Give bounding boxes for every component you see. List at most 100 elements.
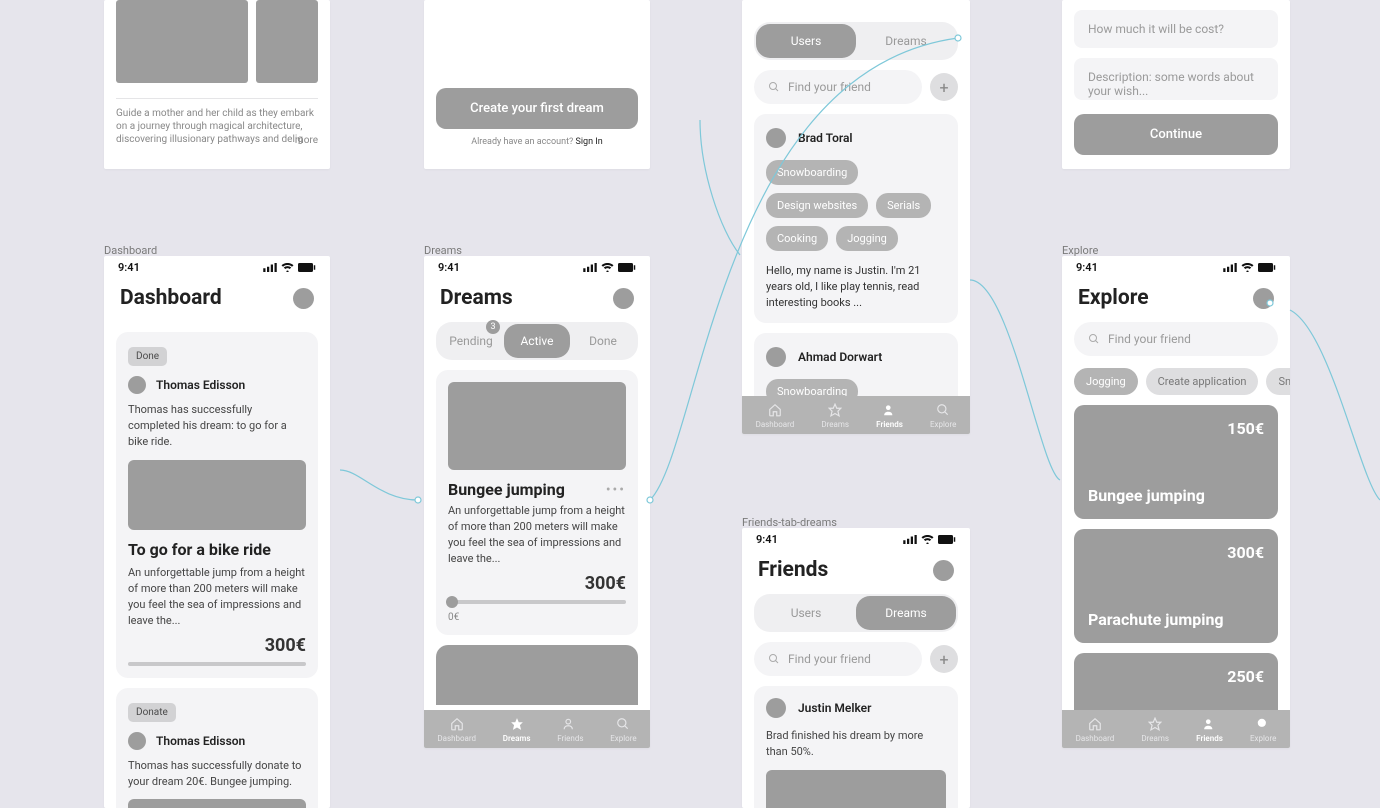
feed-card[interactable]: Donate Thomas Edisson Thomas has success… [116, 688, 318, 808]
tab-explore[interactable]: Explore [1250, 716, 1276, 743]
statusbar: 9:41 [104, 256, 330, 276]
seg-users[interactable]: Users [756, 596, 856, 630]
star-icon [827, 402, 843, 418]
image-placeholder [256, 0, 318, 83]
avatar[interactable] [293, 288, 314, 309]
segmented-users-dreams[interactable]: Users Dreams [754, 22, 958, 60]
avatar [766, 347, 786, 367]
avatar[interactable] [613, 288, 634, 309]
battery-icon [298, 263, 316, 272]
tab-dreams[interactable]: Dreams [1141, 716, 1169, 743]
chip[interactable]: Create application [1146, 368, 1259, 395]
cost-input[interactable]: How much it will be cost? [1074, 10, 1278, 48]
search-icon [935, 402, 951, 418]
chip[interactable]: Snowboard [1266, 368, 1290, 395]
battery-icon [1258, 263, 1276, 272]
dream-card[interactable] [436, 645, 638, 705]
progress-bar[interactable] [448, 600, 626, 604]
friend-name: Justin Melker [798, 701, 871, 715]
tab-explore[interactable]: Explore [930, 402, 956, 429]
explore-card[interactable]: 300€ Parachute jumping [1074, 529, 1278, 643]
home-icon [1087, 716, 1103, 732]
tabbar: Dashboard Dreams Friends Explore [1062, 710, 1290, 748]
tab-dashboard[interactable]: Dashboard [437, 716, 476, 743]
segmented-status[interactable]: Pending3 Active Done [436, 322, 638, 360]
status-badge: Donate [128, 703, 176, 722]
tags: Snowboarding Design websites Serials Coo… [766, 160, 946, 251]
tabbar: Dashboard Dreams Friends Explore [742, 396, 970, 434]
avatar[interactable] [933, 560, 954, 581]
search-icon [615, 716, 631, 732]
continue-button[interactable]: Continue [1074, 114, 1278, 155]
tab-friends[interactable]: Friends [1196, 716, 1223, 743]
price: 300€ [448, 573, 626, 594]
progress-handle[interactable] [446, 596, 458, 608]
tab-dashboard[interactable]: Dashboard [756, 402, 795, 429]
search-icon [1088, 333, 1100, 345]
tab-dashboard[interactable]: Dashboard [1076, 716, 1115, 743]
seg-pending[interactable]: Pending3 [438, 324, 504, 358]
dream-card[interactable]: Bungee jumping ••• An unforgettable jump… [436, 370, 638, 635]
page-title: Dashboard [120, 286, 222, 310]
search-input[interactable]: Find your friend [1074, 322, 1278, 356]
more-link[interactable]: more [295, 135, 318, 146]
frame-explore: 9:41 Explore Find your friend Jogging Cr… [1062, 256, 1290, 748]
add-friend-button[interactable]: + [930, 73, 958, 101]
image-placeholder [128, 799, 306, 808]
chip[interactable]: Jogging [1074, 368, 1138, 395]
wifi-icon [1241, 263, 1254, 272]
tab-friends[interactable]: Friends [876, 402, 903, 429]
avatar[interactable] [1253, 288, 1274, 309]
dream-title: To go for a bike ride [128, 540, 306, 559]
star-icon [509, 716, 525, 732]
frame-dreams: 9:41 Dreams Pending3 Active Done Bungee … [424, 256, 650, 748]
friends-icon [562, 716, 578, 732]
statusbar: 9:41 [424, 256, 650, 276]
tab-friends[interactable]: Friends [557, 716, 583, 743]
friend-card[interactable]: Brad Toral Snowboarding Design websites … [754, 114, 958, 323]
search-icon [1255, 716, 1271, 732]
page-title: Dreams [440, 286, 513, 310]
search-input[interactable]: Find your friend [754, 70, 922, 104]
seg-dreams[interactable]: Dreams [856, 596, 956, 630]
signin-row: Already have an account? Sign In [436, 137, 638, 147]
price: 250€ [1088, 667, 1264, 686]
wireframe-board[interactable]: Guide a mother and her child as they emb… [0, 0, 1380, 808]
dream-desc: An unforgettable jump from a height of m… [128, 565, 306, 629]
search-input[interactable]: Find your friend [754, 642, 922, 676]
signal-icon [583, 263, 597, 272]
seg-users[interactable]: Users [756, 24, 856, 58]
seg-active[interactable]: Active [504, 324, 570, 358]
signal-icon [903, 535, 917, 544]
description-input[interactable]: Description: some words about your wish.… [1074, 58, 1278, 100]
tab-dreams[interactable]: Dreams [503, 716, 531, 743]
explore-title: Parachute jumping [1088, 610, 1264, 629]
battery-icon [938, 535, 956, 544]
avatar [128, 376, 146, 394]
create-dream-button[interactable]: Create your first dream [436, 88, 638, 129]
page-title: Friends [758, 558, 828, 582]
feed-card[interactable]: Done Thomas Edisson Thomas has successfu… [116, 332, 318, 678]
image-placeholder [448, 382, 626, 470]
seg-done[interactable]: Done [570, 324, 636, 358]
friend-name: Ahmad Dorwart [798, 350, 882, 364]
segmented-users-dreams[interactable]: Users Dreams [754, 594, 958, 632]
wifi-icon [921, 535, 934, 544]
feed-summary: Brad finished his dream by more than 50%… [766, 728, 946, 760]
search-icon [768, 81, 780, 93]
dream-feed-card[interactable]: Justin Melker Brad finished his dream by… [754, 686, 958, 808]
more-icon[interactable]: ••• [606, 482, 626, 498]
frame-friends-users: Users Dreams Find your friend + Brad Tor… [742, 0, 970, 434]
chips-row[interactable]: Jogging Create application Snowboard [1062, 368, 1290, 395]
seg-dreams[interactable]: Dreams [856, 24, 956, 58]
explore-card[interactable]: 150€ Bungee jumping [1074, 405, 1278, 519]
feed-summary: Thomas has successfully completed his dr… [128, 402, 306, 450]
add-friend-button[interactable]: + [930, 645, 958, 673]
frame-onboarding: Guide a mother and her child as they emb… [104, 0, 330, 169]
friends-icon [882, 402, 898, 418]
tab-dreams[interactable]: Dreams [821, 402, 849, 429]
signin-link[interactable]: Sign In [576, 137, 603, 147]
wifi-icon [601, 263, 614, 272]
image-placeholder [766, 770, 946, 808]
tab-explore[interactable]: Explore [610, 716, 636, 743]
